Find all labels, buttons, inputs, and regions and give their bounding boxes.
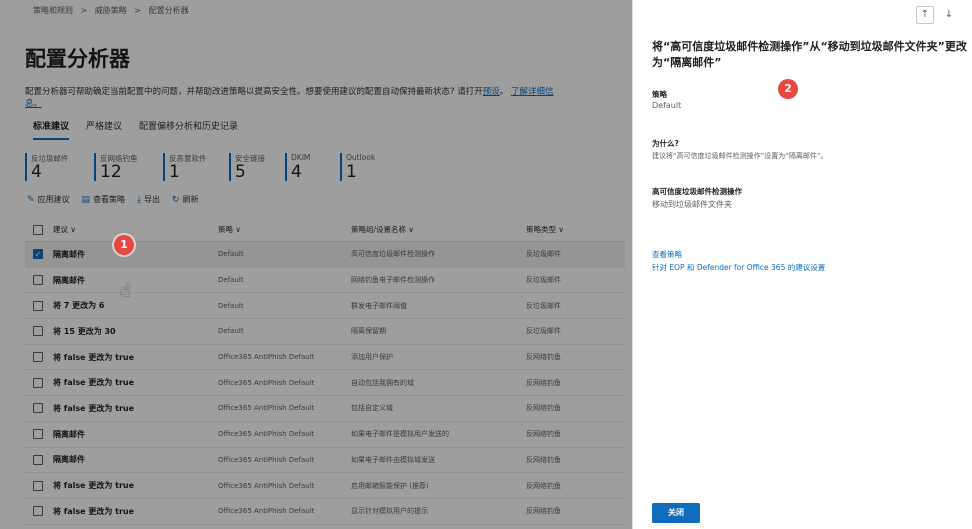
why-value: 建议将“高可信度垃圾邮件检测操作”设置为“隔离邮件”。 xyxy=(652,152,828,160)
details-flyout-panel: ↑ ↓ 将“高可信度垃圾邮件检测操作”从“移动到垃圾邮件文件夹”更改为“隔离邮件… xyxy=(632,0,972,529)
panel-title: 将“高可信度垃圾邮件检测操作”从“移动到垃圾邮件文件夹”更改为“隔离邮件” xyxy=(652,40,967,69)
policy-value: Default xyxy=(652,101,682,110)
modal-overlay[interactable] xyxy=(0,0,632,529)
recommended-settings-link[interactable]: 针对 EOP 和 Defender for Office 365 的建议设置 xyxy=(652,262,825,273)
why-label: 为什么? xyxy=(652,139,679,148)
close-button[interactable]: 关闭 xyxy=(652,503,700,523)
annotation-marker-1: 1 xyxy=(114,235,134,255)
hand-cursor-icon: ☝ xyxy=(120,280,131,301)
policy-label: 策略 xyxy=(652,90,667,99)
panel-navigation: ↑ ↓ xyxy=(916,6,958,24)
config-analyzer-page: 策略和规则 > 威胁策略 > 配置分析器 配置分析器 配置分析器可帮助确定当前配… xyxy=(0,0,632,529)
setting-label: 高可信度垃圾邮件检测操作 xyxy=(652,187,742,196)
view-policy-link[interactable]: 查看策略 xyxy=(652,249,682,260)
previous-item-button[interactable]: ↑ xyxy=(916,6,934,24)
setting-value: 移动到垃圾邮件文件夹 xyxy=(652,200,732,209)
next-item-button[interactable]: ↓ xyxy=(940,6,958,24)
annotation-marker-2: 2 xyxy=(778,79,798,99)
